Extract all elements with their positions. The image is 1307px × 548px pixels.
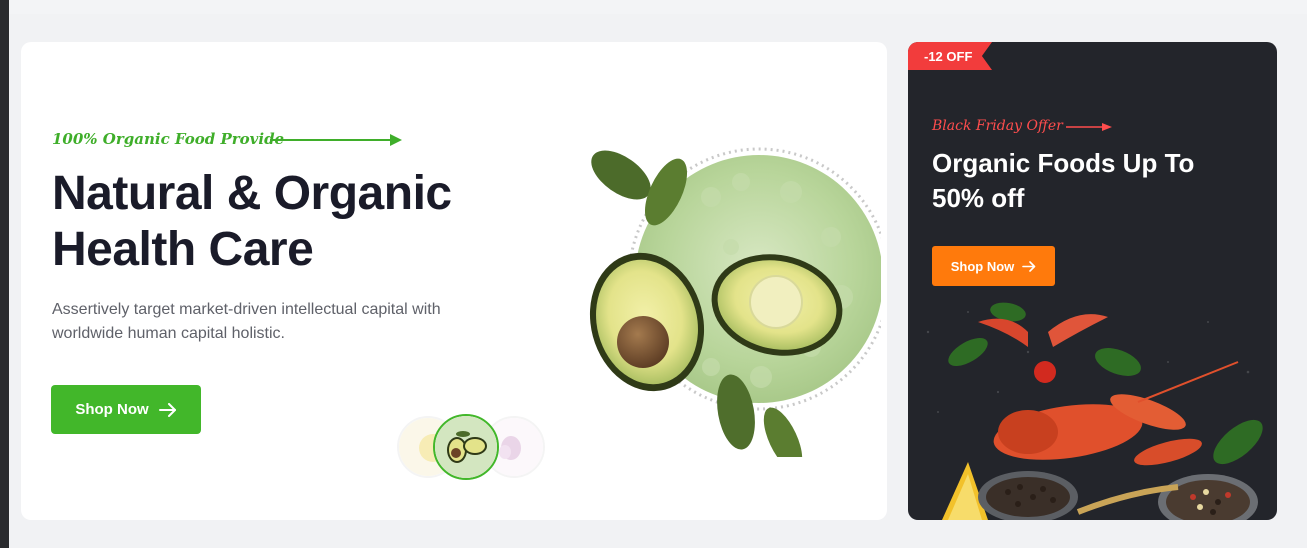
hero-headline: Natural & Organic Health Care	[52, 167, 452, 276]
window-edge	[0, 0, 9, 548]
tagline-arrow-icon	[270, 134, 402, 146]
promo-shop-now-button[interactable]: Shop Now	[932, 246, 1055, 286]
promo-title: Organic Foods Up To 50% off	[932, 148, 1195, 213]
avocado-illustration	[589, 147, 881, 457]
hero-banner: 100% Organic Food Provide Natural & Orga…	[21, 42, 887, 520]
seafood-illustration	[926, 302, 1263, 520]
slide-thumbnails	[395, 414, 545, 480]
discount-badge: -12 OFF	[908, 42, 992, 70]
promo-card: -12 OFF Black Friday Offer Organic Foods…	[908, 42, 1277, 520]
hero-tagline: 100% Organic Food Provide	[52, 130, 285, 148]
avocado-slide-thumbnail[interactable]	[433, 414, 499, 480]
promo-eyebrow: Black Friday Offer	[932, 118, 1063, 134]
arrow-right-icon	[1022, 260, 1036, 272]
promo-shop-now-label: Shop Now	[950, 258, 1015, 274]
hero-description: Assertively target market-driven intelle…	[52, 301, 441, 342]
hero-shop-now-button[interactable]: Shop Now	[51, 385, 201, 434]
avocado-thumb-icon	[435, 416, 497, 478]
promo-arrow-icon	[1066, 123, 1112, 131]
top-strip	[9, 0, 1307, 14]
hero-shop-now-label: Shop Now	[75, 401, 149, 418]
arrow-right-icon	[158, 402, 176, 417]
